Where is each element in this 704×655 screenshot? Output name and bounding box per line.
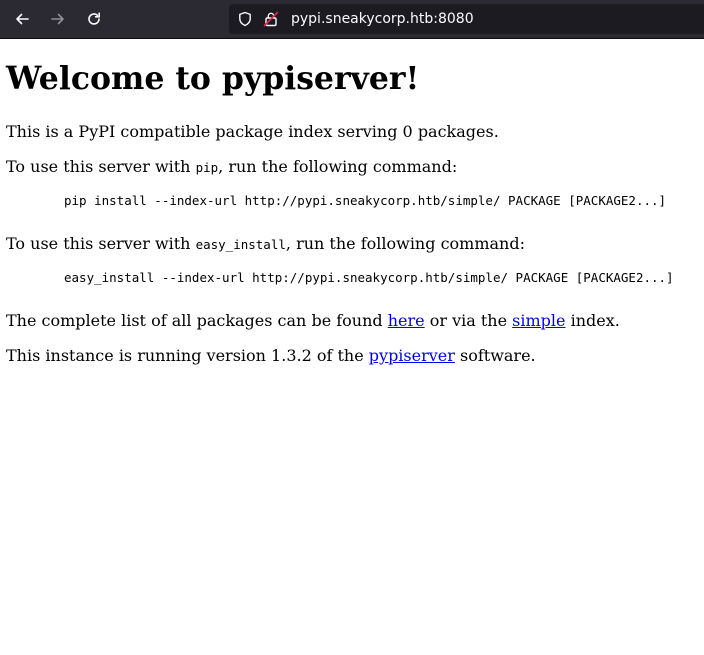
page-title: Welcome to pypiserver!: [6, 60, 420, 97]
simple-link[interactable]: simple: [512, 311, 565, 330]
package-list-text: The complete list of all packages can be…: [6, 311, 698, 331]
version-prefix: This instance is running version 1.3.2 o…: [6, 346, 369, 365]
reload-button[interactable]: [81, 8, 107, 30]
pip-prefix: To use this server with: [6, 157, 196, 176]
easy-install-instructions: To use this server with easy_install, ru…: [6, 234, 698, 255]
version-suffix: software.: [454, 346, 536, 365]
list-middle: or via the: [424, 311, 513, 330]
easy-install-command: easy_install --index-url http://pypi.sne…: [64, 270, 674, 285]
arrow-right-icon: [51, 13, 64, 25]
page-content: Welcome to pypiserver! This is a PyPI co…: [0, 39, 704, 366]
pip-instructions: To use this server with pip, run the fol…: [6, 157, 698, 178]
url-text[interactable]: pypi.sneakycorp.htb:8080: [291, 10, 474, 28]
forward-button[interactable]: [45, 8, 71, 30]
easy-code: easy_install: [195, 237, 286, 252]
insecure-lock-icon[interactable]: [263, 11, 279, 31]
here-link[interactable]: here: [388, 311, 425, 330]
back-button[interactable]: [9, 8, 35, 30]
easy-suffix: , run the following command:: [285, 234, 525, 253]
pypiserver-link[interactable]: pypiserver: [369, 346, 455, 365]
easy-prefix: To use this server with: [6, 234, 196, 253]
address-bar[interactable]: pypi.sneakycorp.htb:8080: [229, 4, 704, 34]
intro-text: This is a PyPI compatible package index …: [6, 122, 499, 141]
pip-suffix: , run the following command:: [218, 157, 458, 176]
version-text: This instance is running version 1.3.2 o…: [6, 346, 698, 366]
arrow-left-icon: [16, 13, 29, 25]
browser-toolbar: pypi.sneakycorp.htb:8080: [0, 0, 704, 39]
shield-icon[interactable]: [237, 11, 253, 31]
pip-command: pip install --index-url http://pypi.snea…: [64, 193, 667, 208]
list-prefix: The complete list of all packages can be…: [6, 311, 388, 330]
pip-code: pip: [195, 160, 219, 175]
list-suffix: index.: [565, 311, 620, 330]
reload-icon: [88, 12, 100, 25]
